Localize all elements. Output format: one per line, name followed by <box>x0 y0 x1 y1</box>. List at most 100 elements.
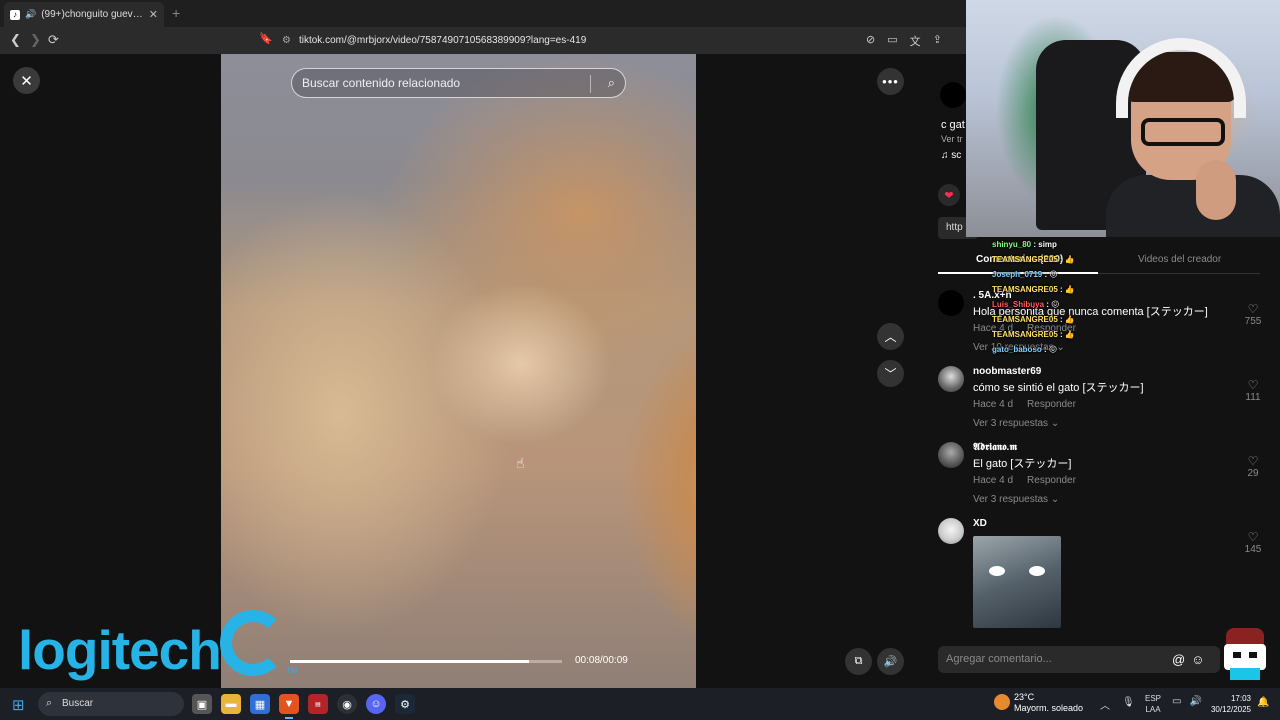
chat-message: TEAMSANGRE05 : 👍 <box>992 327 1192 342</box>
comment-text: cómo se sintió el gato [ステッカー] <box>973 382 1144 394</box>
view-replies-button[interactable]: Ver 3 respuestas ⌄ <box>973 494 1059 505</box>
bookmark-icon[interactable]: 🔖 <box>259 32 273 45</box>
comment-like-count: 111 <box>1245 392 1261 403</box>
like-button[interactable]: ❤ <box>938 184 960 206</box>
comment-sticker-image <box>973 536 1061 628</box>
reader-icon[interactable]: ▭ <box>887 33 897 49</box>
view-replies-button[interactable]: Ver 3 respuestas ⌄ <box>973 418 1059 429</box>
comment-like[interactable]: ♡ 111 <box>1238 378 1268 403</box>
comment-item: 𝕬𝖉𝖗𝖎𝖆𝖓𝖔.𝖒 El gato [ステッカー] Hace 4 d Respo… <box>938 442 1268 506</box>
system-tray: ▭ 🔊 <box>1172 696 1202 707</box>
brave-browser-icon[interactable]: ▼ <box>279 694 299 719</box>
stream-chat-overlay: shinyu_80 : simp TEAMSANGRE05 : 👍 Joseph_0… <box>992 237 1192 357</box>
more-options-button[interactable]: ••• <box>877 68 904 95</box>
see-translation-link[interactable]: Ver tr <box>941 134 963 144</box>
task-view-icon[interactable]: ▣ <box>192 694 212 714</box>
chat-message: TEAMSANGRE05 : 👍 <box>992 312 1192 327</box>
comment-meta: Hace 4 d Responder <box>973 475 1076 486</box>
taskbar-search[interactable]: ⌕ Buscar <box>38 692 184 716</box>
no-tracking-icon[interactable]: ⊘ <box>866 33 875 49</box>
search-icon[interactable]: ⌕ <box>608 75 615 91</box>
comment-item: XD ♡ 145 <box>938 518 1268 633</box>
related-search-input[interactable]: Buscar contenido relacionado ⌕ <box>291 68 626 98</box>
creator-avatar[interactable] <box>940 82 966 108</box>
url-text: tiktok.com/@mrbjorx/video/75874907105683… <box>298 35 587 46</box>
browser-tab[interactable]: ♪ 🔊 (99+)chonguito guevara (@g ✕ <box>4 2 164 27</box>
mention-icon[interactable]: @ <box>1172 652 1185 667</box>
previous-video-button[interactable]: ︿ <box>877 323 904 350</box>
network-icon[interactable]: ▭ <box>1172 696 1181 707</box>
reply-button[interactable]: Responder <box>1027 475 1076 486</box>
reload-icon[interactable]: ⟳ <box>48 32 59 48</box>
emoji-icon[interactable]: ☺ <box>1191 652 1204 667</box>
tiktok-icon: ♪ <box>10 9 20 20</box>
windows-start-icon[interactable]: ⊞ <box>12 696 25 714</box>
chat-text: : simp <box>1031 240 1057 249</box>
chat-username: gato_baboso <box>992 345 1042 354</box>
clock-date: 30/12/2025 <box>1210 705 1251 714</box>
chat-username: Joseph_0719 <box>992 270 1043 279</box>
avatar[interactable] <box>938 290 964 316</box>
weather-widget[interactable]: 23°C Mayorm. soleado <box>994 692 1083 714</box>
language-indicator[interactable]: ESP LAA <box>1145 693 1161 715</box>
logitech-logo: logitech <box>18 619 222 681</box>
comment-like[interactable]: ♡ 145 <box>1238 530 1268 555</box>
pip-button[interactable]: ⧉ <box>845 648 872 675</box>
search-icon: ⌕ <box>46 697 53 709</box>
keyboard-layout: LAA <box>1145 705 1161 714</box>
forward-icon[interactable]: ❯ <box>30 32 41 48</box>
avatar[interactable] <box>938 442 964 468</box>
voice-app-icon[interactable]: ▤ <box>308 694 328 714</box>
chat-username: TEAMSANGRE05 <box>992 330 1058 339</box>
site-info-icon[interactable]: ⚙ <box>282 35 291 46</box>
video-progress-bar[interactable] <box>290 660 562 663</box>
comment-meta: Hace 4 d Responder <box>973 399 1076 410</box>
mouse-cursor-icon: ☝ <box>516 455 525 471</box>
chat-message: Joseph_0719 : 😖 <box>992 267 1192 282</box>
heart-icon: ❤ <box>944 189 954 202</box>
obs-icon[interactable]: ◉ <box>337 694 357 714</box>
tray-chevron-icon[interactable]: ︿ <box>1100 697 1110 712</box>
clock[interactable]: 17:03 30/12/2025 <box>1206 693 1251 715</box>
comment-like-count: 755 <box>1244 316 1262 327</box>
reply-button[interactable]: Responder <box>1027 399 1076 410</box>
volume-icon[interactable]: 🔊 <box>1189 696 1201 707</box>
notification-icon[interactable]: 🔔 <box>1257 697 1269 708</box>
music-label[interactable]: ♫ sc <box>941 150 961 161</box>
video-player[interactable]: ☝ <box>221 54 696 688</box>
tab-close-icon[interactable]: ✕ <box>149 8 158 21</box>
comment-username[interactable]: noobmaster69 <box>973 366 1041 377</box>
translate-icon[interactable]: 文 <box>910 33 921 49</box>
url-field[interactable]: ⚙ tiktok.com/@mrbjorx/video/758749071056… <box>282 31 962 50</box>
avatar[interactable] <box>938 518 964 544</box>
comment-like[interactable]: ♡ 755 <box>1238 302 1268 327</box>
microphone-icon[interactable]: 🎙 <box>1122 697 1135 708</box>
back-icon[interactable]: ❮ <box>10 32 21 48</box>
comment-item: noobmaster69 cómo se sintió el gato [ステッ… <box>938 366 1268 430</box>
close-button[interactable]: ✕ <box>13 67 40 94</box>
avatar[interactable] <box>938 366 964 392</box>
share-icon[interactable]: ⇪ <box>933 33 942 49</box>
chat-text: : 😖 <box>1041 345 1058 354</box>
volume-button[interactable]: 🔊 <box>877 648 904 675</box>
heart-outline-icon: ♡ <box>1247 454 1259 468</box>
comment-like[interactable]: ♡ 29 <box>1238 454 1268 479</box>
chat-text: : 😖 <box>1042 270 1058 279</box>
next-video-button[interactable]: ﹀ <box>877 360 904 387</box>
mascot-face <box>1224 644 1266 670</box>
logitech-g-logo <box>220 610 286 676</box>
discord-icon[interactable]: ☺ <box>366 694 386 714</box>
chat-text: : 👍 <box>1057 330 1075 339</box>
sticker-eye <box>989 566 1005 576</box>
steam-icon[interactable]: ⚙ <box>395 694 415 714</box>
comment-age: Hace 4 d <box>973 475 1014 486</box>
comment-username[interactable]: XD <box>973 518 987 529</box>
language-code: ESP <box>1145 694 1162 703</box>
close-icon: ✕ <box>20 72 33 90</box>
store-icon[interactable]: ▦ <box>250 694 270 714</box>
clock-time: 17:03 <box>1230 694 1251 703</box>
comment-username[interactable]: 𝕬𝖉𝖗𝖎𝖆𝖓𝖔.𝖒 <box>973 442 1017 453</box>
new-tab-button[interactable]: + <box>172 5 180 21</box>
file-explorer-icon[interactable]: ▬ <box>221 694 241 714</box>
volume-icon: 🔊 <box>883 656 898 668</box>
